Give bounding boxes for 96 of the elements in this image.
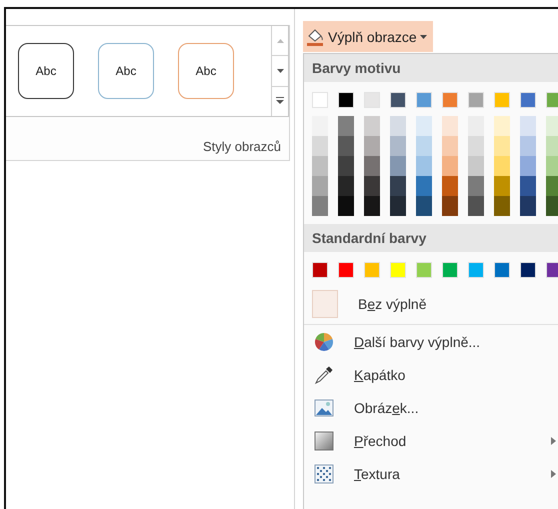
color-swatch[interactable] bbox=[442, 196, 458, 216]
color-swatch[interactable] bbox=[546, 116, 558, 136]
color-swatch[interactable] bbox=[468, 136, 484, 156]
color-swatch[interactable] bbox=[338, 176, 354, 196]
color-swatch[interactable] bbox=[312, 116, 328, 136]
color-swatch[interactable] bbox=[364, 92, 380, 108]
color-swatch[interactable] bbox=[546, 92, 558, 108]
color-swatch[interactable] bbox=[520, 156, 536, 176]
color-swatch[interactable] bbox=[364, 262, 380, 278]
color-swatch[interactable] bbox=[520, 196, 536, 216]
color-swatch[interactable] bbox=[338, 136, 354, 156]
section-header: Standardní barvy bbox=[304, 224, 558, 252]
color-swatch[interactable] bbox=[338, 92, 354, 108]
color-swatch[interactable] bbox=[364, 156, 380, 176]
color-swatch[interactable] bbox=[338, 262, 354, 278]
menu-item[interactable]: Přechod bbox=[304, 424, 558, 457]
color-swatch[interactable] bbox=[468, 262, 484, 278]
color-swatch[interactable] bbox=[468, 156, 484, 176]
color-swatch[interactable] bbox=[416, 156, 432, 176]
color-swatch[interactable] bbox=[546, 196, 558, 216]
color-swatch[interactable] bbox=[468, 176, 484, 196]
color-swatch[interactable] bbox=[442, 92, 458, 108]
menu-item[interactable]: Další barvy výplně... bbox=[304, 325, 558, 358]
color-swatch[interactable] bbox=[338, 196, 354, 216]
color-swatch[interactable] bbox=[364, 136, 380, 156]
color-swatch[interactable] bbox=[390, 156, 406, 176]
color-swatch[interactable] bbox=[416, 92, 432, 108]
color-swatch[interactable] bbox=[494, 176, 510, 196]
color-swatch[interactable] bbox=[442, 262, 458, 278]
color-swatch[interactable] bbox=[520, 116, 536, 136]
menu-item[interactable]: Textura bbox=[304, 457, 558, 490]
color-swatch[interactable] bbox=[312, 136, 328, 156]
color-swatch[interactable] bbox=[312, 92, 328, 108]
color-swatch[interactable] bbox=[364, 176, 380, 196]
up-arrow-icon bbox=[276, 38, 284, 43]
color-swatch[interactable] bbox=[312, 156, 328, 176]
color-swatch[interactable] bbox=[390, 196, 406, 216]
color-swatch[interactable] bbox=[468, 196, 484, 216]
color-swatch[interactable] bbox=[390, 176, 406, 196]
color-swatch[interactable] bbox=[494, 156, 510, 176]
picture-style-thumbnail[interactable]: Abc bbox=[98, 43, 154, 99]
menu-item[interactable]: Bez výplně bbox=[304, 286, 558, 325]
color-swatch[interactable] bbox=[364, 116, 380, 136]
color-swatch[interactable] bbox=[416, 176, 432, 196]
empty-swatch-icon bbox=[312, 290, 338, 318]
color-swatch[interactable] bbox=[312, 176, 328, 196]
color-swatch[interactable] bbox=[338, 156, 354, 176]
shape-fill-button[interactable]: Výplň obrazce bbox=[303, 21, 433, 52]
color-swatch[interactable] bbox=[312, 262, 328, 278]
texture-icon bbox=[314, 464, 334, 484]
color-swatch[interactable] bbox=[520, 136, 536, 156]
color-swatch[interactable] bbox=[312, 196, 328, 216]
section-header: Barvy motivu bbox=[304, 54, 558, 82]
color-swatch[interactable] bbox=[416, 116, 432, 136]
expand-icon bbox=[276, 97, 284, 106]
picture-style-thumbnail[interactable]: Abc bbox=[178, 43, 234, 99]
color-swatch[interactable] bbox=[546, 176, 558, 196]
color-swatch[interactable] bbox=[364, 196, 380, 216]
color-swatch[interactable] bbox=[494, 136, 510, 156]
color-swatch[interactable] bbox=[520, 176, 536, 196]
color-swatch[interactable] bbox=[390, 92, 406, 108]
menu-item[interactable]: Obrázek... bbox=[304, 391, 558, 424]
gradient-icon bbox=[314, 430, 334, 450]
group-label: Styly obrazců bbox=[202, 139, 281, 154]
color-wheel-icon bbox=[314, 332, 334, 352]
submenu-arrow-icon bbox=[551, 470, 556, 478]
down-arrow-icon bbox=[276, 68, 284, 73]
caret-icon bbox=[420, 34, 427, 38]
color-swatch[interactable] bbox=[442, 156, 458, 176]
color-swatch[interactable] bbox=[442, 176, 458, 196]
color-swatch[interactable] bbox=[494, 116, 510, 136]
color-swatch[interactable] bbox=[390, 262, 406, 278]
image-icon bbox=[314, 398, 334, 418]
color-swatch[interactable] bbox=[546, 136, 558, 156]
eyedropper-icon bbox=[314, 364, 334, 384]
color-swatch[interactable] bbox=[468, 116, 484, 136]
color-swatch[interactable] bbox=[390, 116, 406, 136]
color-swatch[interactable] bbox=[494, 92, 510, 108]
color-swatch[interactable] bbox=[390, 136, 406, 156]
color-swatch[interactable] bbox=[468, 92, 484, 108]
paint-bucket-icon bbox=[305, 26, 325, 46]
picture-style-thumbnail[interactable]: Abc bbox=[18, 43, 74, 99]
color-swatch[interactable] bbox=[338, 116, 354, 136]
color-swatch[interactable] bbox=[442, 116, 458, 136]
color-swatch[interactable] bbox=[442, 136, 458, 156]
color-swatch[interactable] bbox=[416, 196, 432, 216]
color-swatch[interactable] bbox=[546, 156, 558, 176]
color-swatch[interactable] bbox=[416, 262, 432, 278]
color-swatch[interactable] bbox=[520, 262, 536, 278]
menu-item[interactable]: Kapátko bbox=[304, 358, 558, 391]
color-swatch[interactable] bbox=[520, 92, 536, 108]
color-swatch[interactable] bbox=[546, 262, 558, 278]
color-swatch[interactable] bbox=[416, 136, 432, 156]
color-swatch[interactable] bbox=[494, 196, 510, 216]
color-swatch[interactable] bbox=[494, 262, 510, 278]
submenu-arrow-icon bbox=[551, 436, 556, 444]
